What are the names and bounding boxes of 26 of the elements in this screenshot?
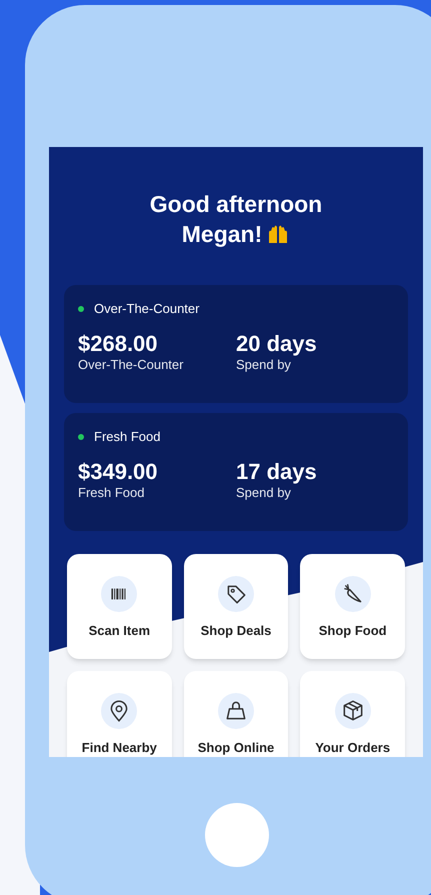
action-tile[interactable]: Shop Deals bbox=[184, 554, 288, 659]
balance-amount: $349.00 bbox=[78, 458, 159, 484]
action-tile[interactable]: Shop Food bbox=[300, 554, 405, 659]
greeting-name: Megan! bbox=[182, 220, 262, 249]
action-tile[interactable]: Shop Online bbox=[184, 671, 288, 757]
action-tile[interactable]: Find Nearby bbox=[67, 671, 172, 757]
days-label: Spend by bbox=[236, 484, 292, 500]
benefit-card[interactable]: Fresh Food $349.00 Fresh Food 17 days Spend by bbox=[64, 413, 408, 531]
balance-label: Over-The-Counter bbox=[78, 356, 184, 372]
action-label: Shop Food bbox=[318, 622, 387, 640]
benefit-title: Fresh Food bbox=[94, 428, 160, 446]
action-tile[interactable]: Scan Item bbox=[67, 554, 172, 659]
action-tile[interactable]: Your Orders bbox=[300, 671, 405, 757]
days-remaining: 17 days bbox=[236, 458, 317, 484]
balance-label: Fresh Food bbox=[78, 484, 146, 500]
greeting-title: Good afternoon bbox=[150, 190, 322, 219]
balance-amount: $268.00 bbox=[78, 330, 159, 356]
benefit-title: Over-The-Counter bbox=[94, 300, 200, 318]
days-label: Spend by bbox=[236, 356, 292, 372]
action-label: Find Nearby bbox=[82, 739, 157, 757]
benefit-card[interactable]: Over-The-Counter $268.00 Over-The-Counter 20 days Spend by bbox=[64, 285, 408, 403]
action-label: Scan Item bbox=[88, 622, 150, 640]
days-remaining: 20 days bbox=[236, 330, 317, 356]
action-label: Your Orders bbox=[315, 739, 390, 757]
action-label: Shop Deals bbox=[200, 622, 272, 640]
action-label: Shop Online bbox=[198, 739, 274, 757]
